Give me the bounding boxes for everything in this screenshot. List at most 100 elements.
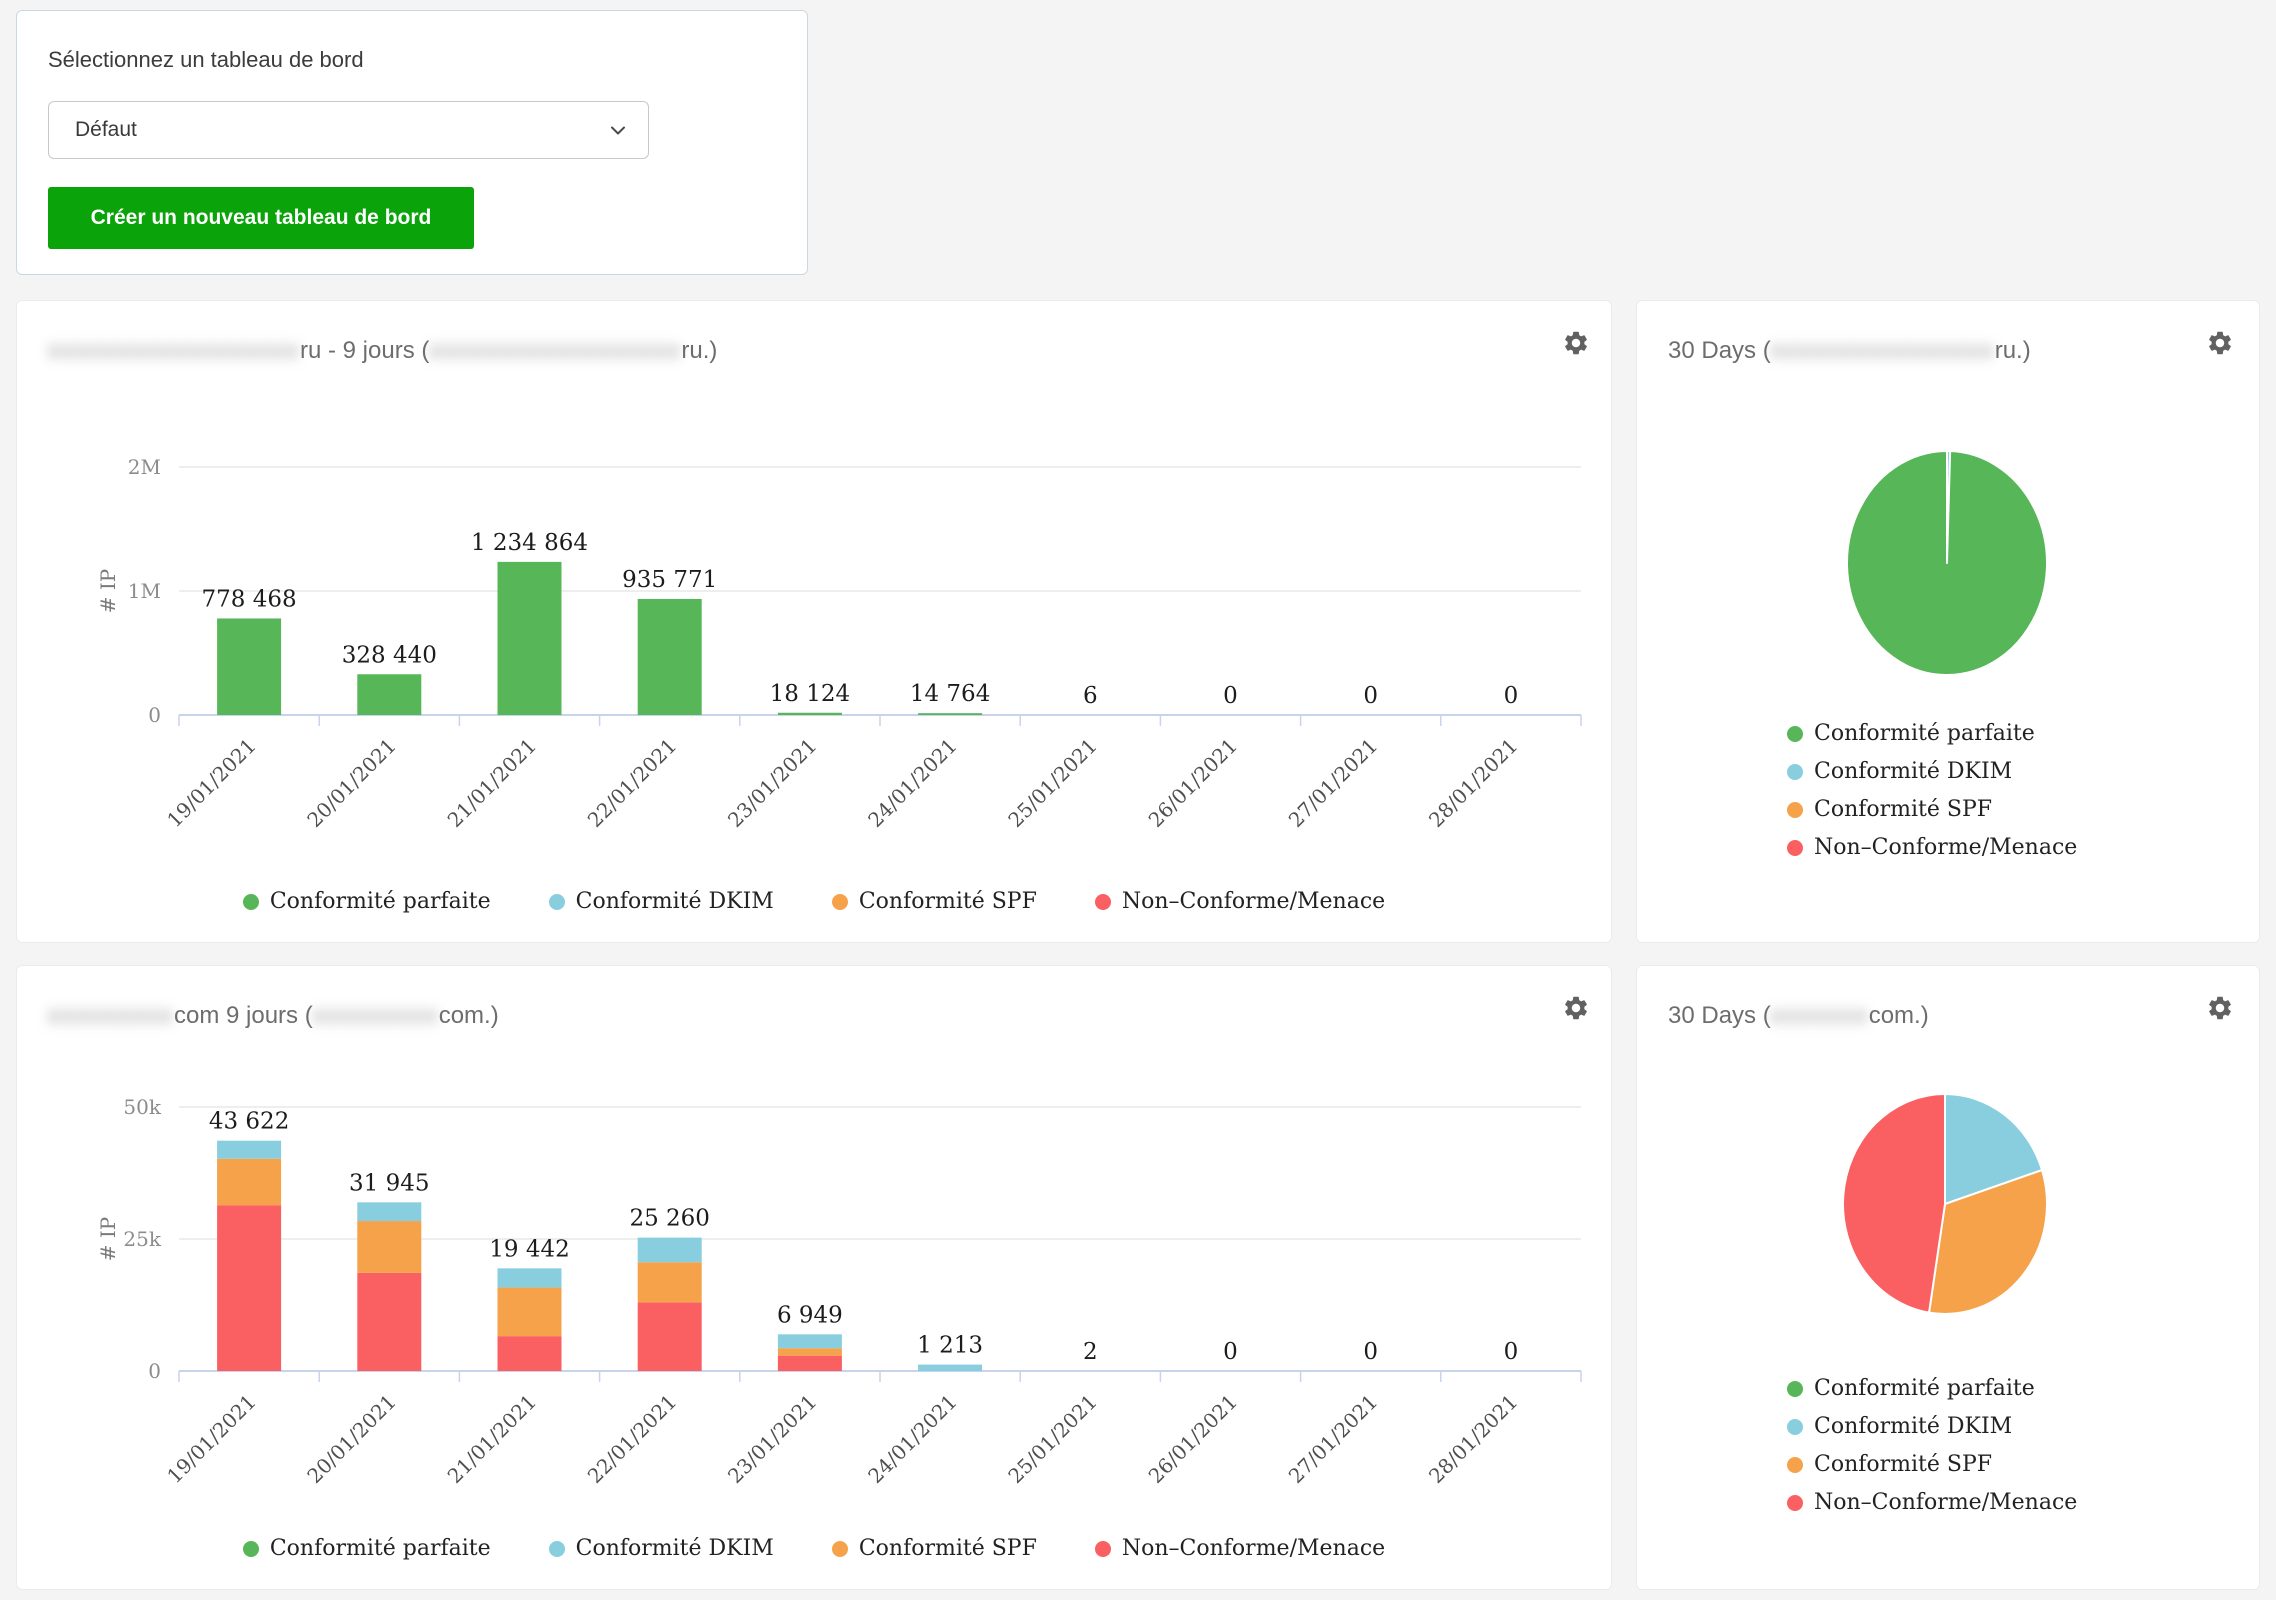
bar-segment[interactable] [498,1288,562,1337]
legend-item[interactable]: Conformité DKIM [549,889,774,914]
bar-segment[interactable] [638,1262,702,1302]
x-axis-label: 25/01/2021 [1003,734,1101,832]
bar-segment[interactable] [918,1365,982,1371]
dashboard-selector-panel: Sélectionnez un tableau de bord Défaut C… [16,10,808,275]
legend-swatch-icon [1787,1495,1803,1511]
legend-item[interactable]: Non–Conforme/Menace [1095,889,1385,914]
create-dashboard-button[interactable]: Créer un nouveau tableau de bord [48,187,474,249]
bar-value-label: 1 213 [917,1333,983,1359]
bar-segment[interactable] [778,1356,842,1371]
bar-value-label: 2 [1083,1339,1098,1365]
legend-item[interactable]: Conformité SPF [1787,1452,2077,1477]
legend-swatch-icon [243,1541,259,1557]
legend-swatch-icon [1787,840,1803,856]
x-axis-label: 26/01/2021 [1144,734,1242,832]
bar-segment[interactable] [498,1336,562,1371]
bar-segment[interactable] [638,1238,702,1263]
chart-legend: Conformité parfaite Conformité DKIM Confor… [17,1536,1611,1561]
x-axis-label: 27/01/2021 [1284,734,1382,832]
svg-text:50k: 50k [123,1095,161,1119]
bar-segment[interactable] [778,713,842,715]
legend-label: Conformité SPF [1814,1452,1992,1477]
bar-value-label: 328 440 [342,642,437,668]
legend-label: Conformité parfaite [1814,1376,2035,1401]
legend-item[interactable]: Non–Conforme/Menace [1787,1490,2077,1515]
bar-segment[interactable] [357,674,421,715]
pie-legend: Conformité parfaite Conformité DKIM Confor… [1787,1376,2077,1515]
legend-item[interactable]: Non–Conforme/Menace [1787,835,2077,860]
bar-value-label: 31 945 [349,1170,429,1196]
y-axis-title: # IP [96,1217,120,1261]
legend-label: Conformité DKIM [576,889,774,914]
bar-chart: 50k25k0# IP43 62219/01/202131 94520/01/2… [17,966,1611,1589]
legend-swatch-icon [1787,764,1803,780]
legend-swatch-icon [1787,802,1803,818]
x-axis-label: 26/01/2021 [1144,1390,1242,1488]
legend-item[interactable]: Conformité SPF [832,1536,1037,1561]
bar-chart-panel-ru: xxxxxxxxxxxxxxxxxxru - 9 jours (xxxxxxxx… [16,300,1612,943]
bar-segment[interactable] [778,1334,842,1348]
bar-segment[interactable] [357,1221,421,1273]
svg-text:2M: 2M [128,455,161,479]
pie-slice[interactable] [1843,1094,1945,1313]
bar-segment[interactable] [498,562,562,715]
pie-slice[interactable] [1847,451,2047,675]
bar-segment[interactable] [217,1205,281,1371]
legend-item[interactable]: Conformité SPF [1787,797,2077,822]
legend-swatch-icon [1787,726,1803,742]
legend-label: Conformité SPF [859,1536,1037,1561]
bar-chart: 2M1M0# IP778 46819/01/2021328 44020/01/2… [17,301,1611,942]
bar-segment[interactable] [638,1302,702,1371]
dashboard-select[interactable]: Défaut [48,101,649,159]
bar-value-label: 19 442 [489,1236,569,1262]
legend-swatch-icon [1787,1381,1803,1397]
legend-swatch-icon [832,894,848,910]
x-axis-label: 23/01/2021 [723,734,821,832]
bar-segment[interactable] [357,1273,421,1371]
x-axis-label: 22/01/2021 [583,1390,681,1488]
legend-item[interactable]: Non–Conforme/Menace [1095,1536,1385,1561]
x-axis-label: 19/01/2021 [162,734,260,832]
bar-chart-svg: 2M1M0# IP778 46819/01/2021328 44020/01/2… [17,301,1613,944]
bar-segment[interactable] [357,1202,421,1221]
legend-item[interactable]: Conformité parfaite [1787,721,2077,746]
bar-value-label: 935 771 [622,567,717,593]
svg-text:0: 0 [148,1359,161,1383]
svg-text:0: 0 [148,703,161,727]
bar-value-label: 18 124 [770,681,850,707]
x-axis-label: 24/01/2021 [863,1390,961,1488]
bar-value-label: 0 [1223,1339,1238,1365]
x-axis-label: 25/01/2021 [1003,1390,1101,1488]
dashboard-select-value: Défaut [75,118,137,142]
bar-value-label: 0 [1504,683,1519,709]
legend-item[interactable]: Conformité parfaite [1787,1376,2077,1401]
legend-item[interactable]: Conformité SPF [832,889,1037,914]
x-axis-label: 21/01/2021 [443,1390,541,1488]
legend-swatch-icon [1095,894,1111,910]
x-axis-label: 23/01/2021 [723,1390,821,1488]
bar-segment[interactable] [638,599,702,715]
chevron-down-icon [606,118,630,142]
legend-swatch-icon [1787,1457,1803,1473]
bar-value-label: 25 260 [629,1206,709,1232]
bar-segment[interactable] [217,1141,281,1159]
bar-segment[interactable] [778,1348,842,1355]
legend-item[interactable]: Conformité DKIM [549,1536,774,1561]
pie-legend: Conformité parfaite Conformité DKIM Confor… [1787,721,2077,860]
legend-item[interactable]: Conformité DKIM [1787,759,2077,784]
x-axis-label: 27/01/2021 [1284,1390,1382,1488]
bar-segment[interactable] [217,618,281,715]
svg-text:25k: 25k [123,1227,161,1251]
bar-segment[interactable] [918,713,982,715]
legend-label: Conformité DKIM [1814,1414,2012,1439]
bar-segment[interactable] [217,1159,281,1205]
legend-label: Conformité SPF [1814,797,1992,822]
pie-chart-panel-ru: 30 Days (xxxxxxxxxxxxxxxxru.) Conformité… [1636,300,2260,943]
legend-item[interactable]: Conformité DKIM [1787,1414,2077,1439]
legend-label: Non–Conforme/Menace [1814,835,2077,860]
legend-label: Non–Conforme/Menace [1122,1536,1385,1561]
legend-item[interactable]: Conformité parfaite [243,1536,491,1561]
legend-item[interactable]: Conformité parfaite [243,889,491,914]
legend-swatch-icon [1095,1541,1111,1557]
bar-segment[interactable] [498,1268,562,1287]
